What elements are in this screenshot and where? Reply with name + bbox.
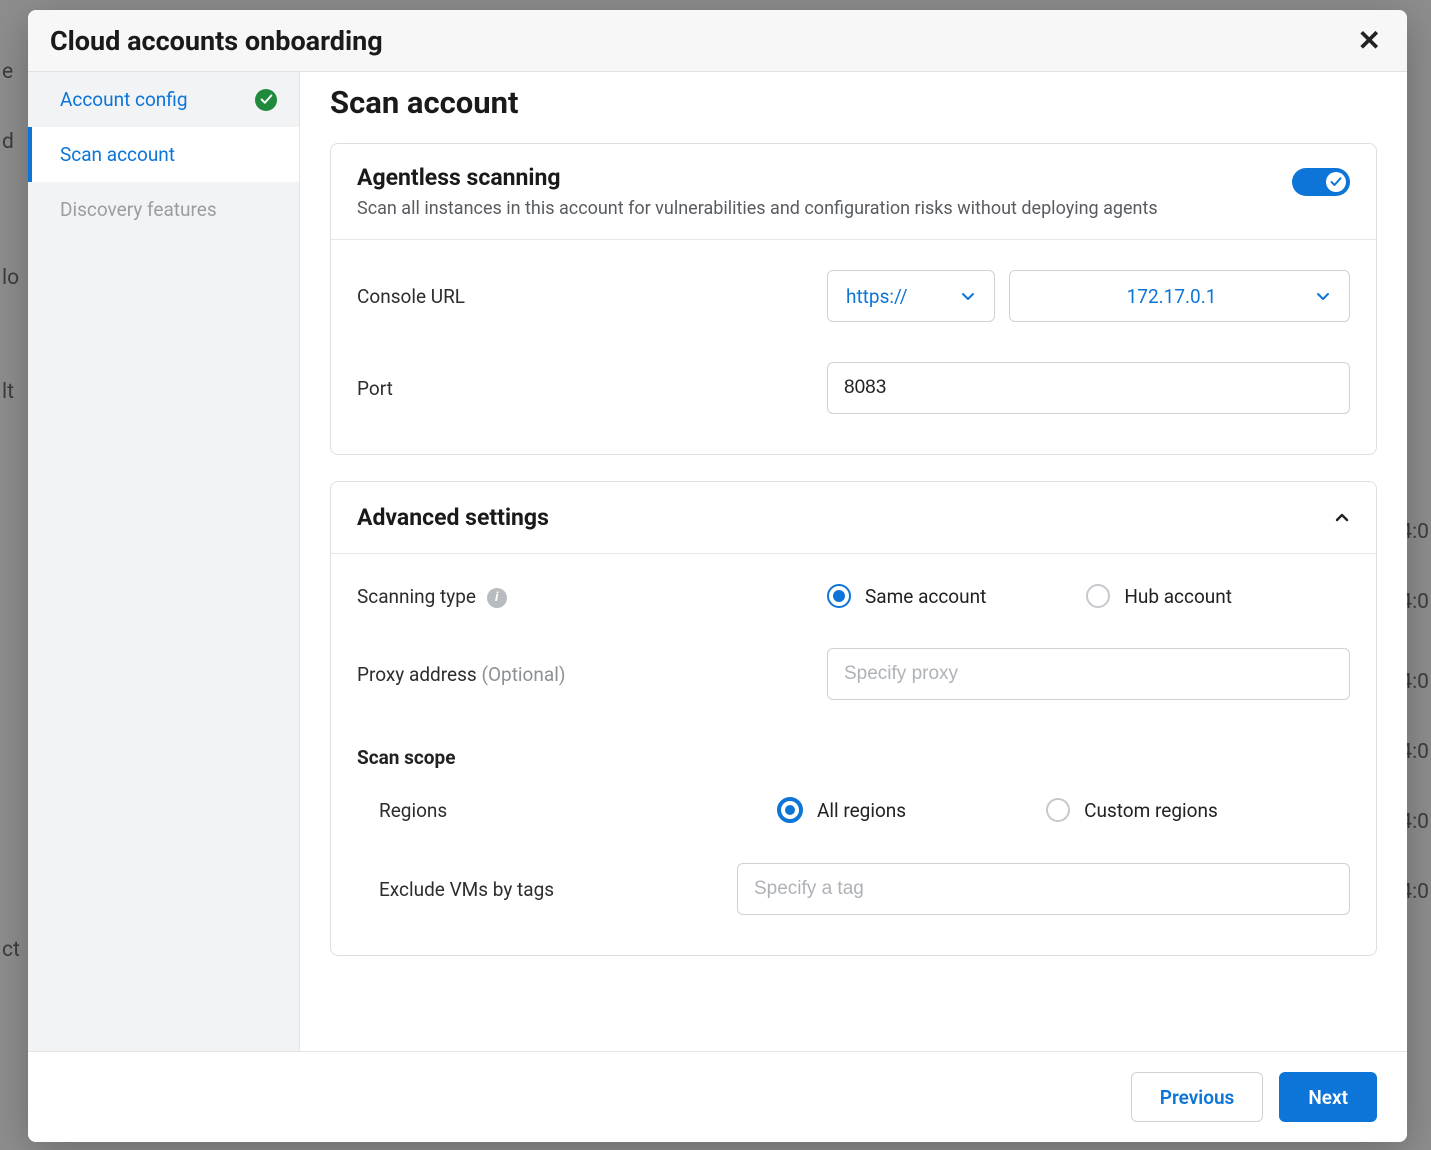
chevron-up-icon <box>1334 510 1350 526</box>
radio-label: Same account <box>865 585 986 608</box>
console-url-label: Console URL <box>357 285 827 308</box>
next-button[interactable]: Next <box>1279 1072 1377 1122</box>
scanning-type-label: Scanning type i <box>357 585 827 608</box>
agentless-card-body: Console URL https:// 172.17.0.1 <box>331 240 1376 454</box>
modal-header: Cloud accounts onboarding ✕ <box>28 10 1407 72</box>
sidebar-item-scan-account[interactable]: Scan account <box>28 127 299 182</box>
advanced-body: Scanning type i Same account Hub account <box>331 554 1376 955</box>
radio-icon <box>1086 584 1110 608</box>
console-host-value: 172.17.0.1 <box>1028 285 1315 308</box>
agentless-card-header: Agentless scanning Scan all instances in… <box>331 144 1376 240</box>
exclude-tags-input[interactable] <box>737 863 1350 915</box>
onboarding-modal: Cloud accounts onboarding ✕ Account conf… <box>28 10 1407 1142</box>
check-circle-icon <box>255 89 277 111</box>
radio-hub-account[interactable]: Hub account <box>1086 584 1232 608</box>
sidebar-item-label: Account config <box>60 88 188 111</box>
radio-all-regions[interactable]: All regions <box>777 797 906 823</box>
sidebar-item-discovery-features: Discovery features <box>28 182 299 237</box>
modal-title: Cloud accounts onboarding <box>50 25 383 57</box>
proxy-row: Proxy address (Optional) <box>357 628 1350 720</box>
scan-scope-title: Scan scope <box>357 720 1350 777</box>
sidebar-item-label: Scan account <box>60 143 175 166</box>
radio-icon <box>827 584 851 608</box>
info-icon[interactable]: i <box>487 588 507 608</box>
previous-button[interactable]: Previous <box>1131 1072 1264 1122</box>
close-button[interactable]: ✕ <box>1358 24 1381 57</box>
chevron-down-icon <box>1315 288 1331 304</box>
chevron-down-icon <box>960 288 976 304</box>
radio-same-account[interactable]: Same account <box>827 584 986 608</box>
page-title: Scan account <box>330 84 1377 121</box>
console-host-select[interactable]: 172.17.0.1 <box>1009 270 1350 322</box>
console-url-row: Console URL https:// 172.17.0.1 <box>357 250 1350 342</box>
radio-custom-regions[interactable]: Custom regions <box>1046 798 1218 822</box>
advanced-header[interactable]: Advanced settings <box>331 482 1376 554</box>
sidebar-item-label: Discovery features <box>60 198 217 221</box>
console-scheme-value: https:// <box>846 285 908 308</box>
toggle-knob <box>1326 172 1346 192</box>
scanning-type-label-text: Scanning type <box>357 585 476 608</box>
radio-label: Hub account <box>1124 585 1232 608</box>
agentless-subtitle: Scan all instances in this account for v… <box>357 197 1158 221</box>
exclude-tags-row: Exclude VMs by tags <box>357 843 1350 935</box>
scanning-type-row: Scanning type i Same account Hub account <box>357 564 1350 628</box>
port-row: Port <box>357 342 1350 434</box>
console-scheme-select[interactable]: https:// <box>827 270 995 322</box>
check-icon <box>1330 176 1342 188</box>
proxy-label-text: Proxy address <box>357 663 477 686</box>
port-label: Port <box>357 377 827 400</box>
sidebar: Account config Scan account Discovery fe… <box>28 72 300 1051</box>
next-label: Next <box>1308 1086 1348 1109</box>
radio-icon <box>777 797 803 823</box>
sidebar-item-account-config[interactable]: Account config <box>28 72 299 127</box>
radio-icon <box>1046 798 1070 822</box>
modal-footer: Previous Next <box>28 1051 1407 1142</box>
agentless-toggle[interactable] <box>1292 168 1350 196</box>
radio-label: All regions <box>817 799 906 822</box>
proxy-label: Proxy address (Optional) <box>357 663 827 686</box>
previous-label: Previous <box>1160 1086 1235 1109</box>
radio-label: Custom regions <box>1084 799 1218 822</box>
modal-body: Account config Scan account Discovery fe… <box>28 72 1407 1051</box>
main-panel: Scan account Agentless scanning Scan all… <box>300 72 1407 1051</box>
regions-row: Regions All regions Custom regions <box>357 777 1350 843</box>
port-input[interactable] <box>827 362 1350 414</box>
agentless-title: Agentless scanning <box>357 164 1158 191</box>
advanced-card: Advanced settings Scanning type i <box>330 481 1377 956</box>
proxy-optional: (Optional) <box>481 663 565 686</box>
advanced-title: Advanced settings <box>357 504 549 531</box>
close-icon: ✕ <box>1358 24 1381 57</box>
proxy-input[interactable] <box>827 648 1350 700</box>
agentless-card: Agentless scanning Scan all instances in… <box>330 143 1377 455</box>
regions-label: Regions <box>357 799 827 822</box>
